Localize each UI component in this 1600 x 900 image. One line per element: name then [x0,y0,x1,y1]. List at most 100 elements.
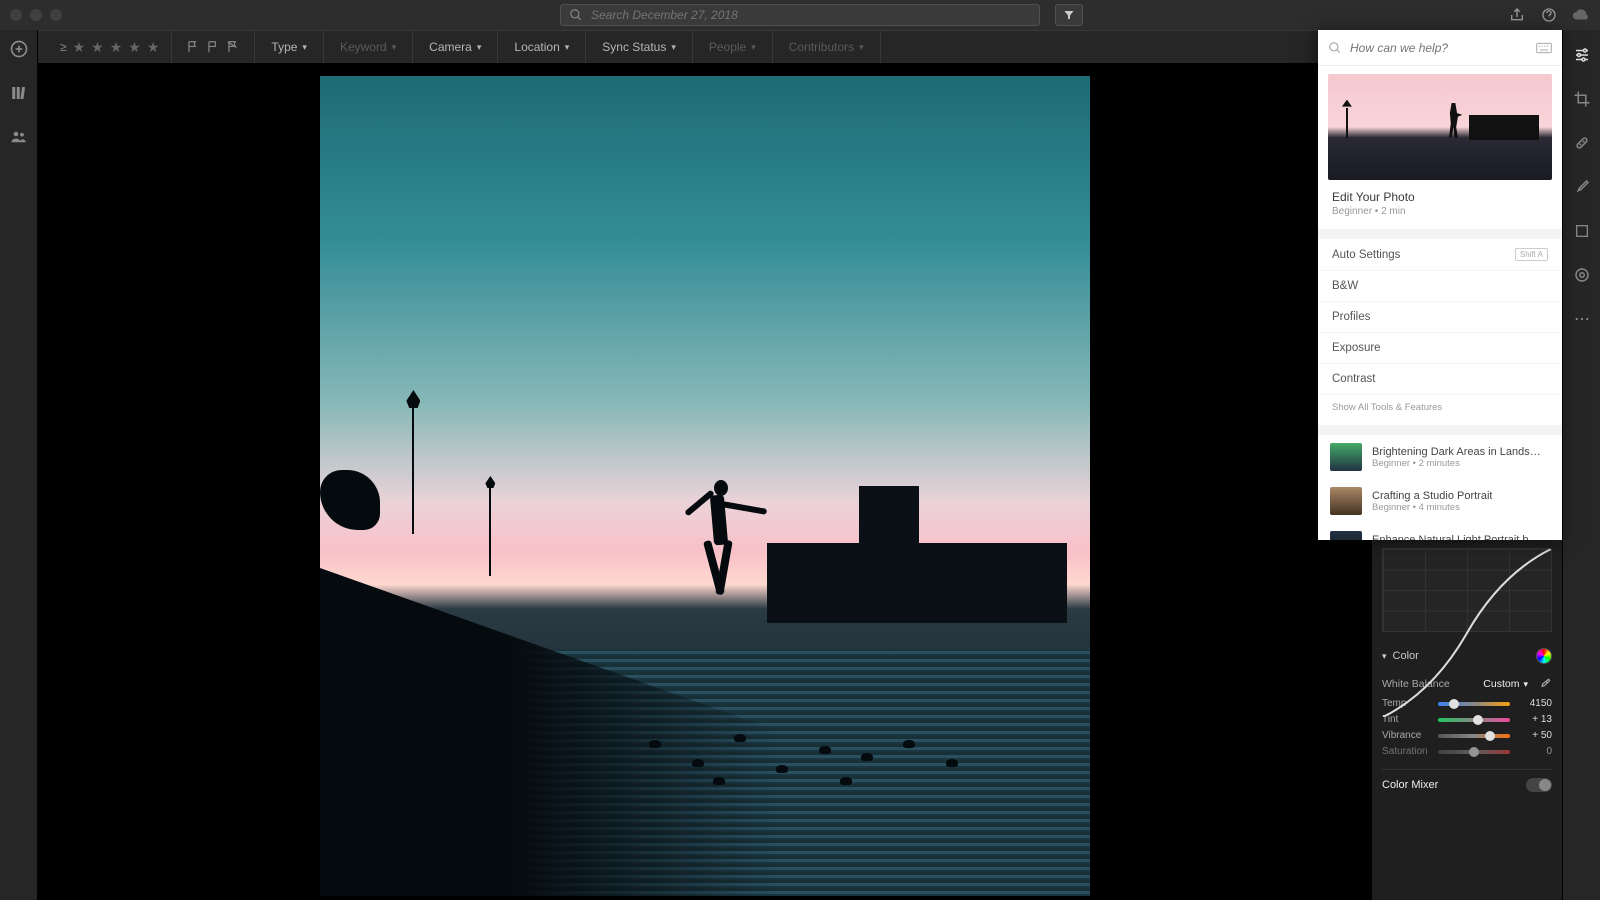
window-controls [10,9,62,21]
flag-reject-icon[interactable] [226,40,240,54]
bandage-icon [1573,134,1591,152]
type-label: Type [271,40,297,54]
minimize-window[interactable] [30,9,42,21]
help-hero-meta: Beginner • 2 min [1318,206,1562,229]
vibrance-slider[interactable]: Vibrance + 50 [1382,730,1552,741]
tutorial-title: Enhance Natural Light Portrait by I... [1372,534,1542,541]
crop-tool[interactable] [1571,88,1593,110]
maximize-window[interactable] [50,9,62,21]
library-icon [10,84,28,102]
tutorial-title: Brightening Dark Areas in Landscap... [1372,446,1542,458]
toggle-switch[interactable] [1526,778,1552,792]
star-icon[interactable]: ★ [91,39,104,56]
help-tool-exposure[interactable]: Exposure [1318,333,1562,364]
flag-filter[interactable] [172,31,255,63]
vibrance-label: Vibrance [1382,730,1430,741]
help-tool-bw[interactable]: B&W [1318,271,1562,302]
keyboard-icon[interactable] [1536,42,1552,54]
tutorial-meta: Beginner • 4 minutes [1372,502,1492,513]
people-filter[interactable]: People▾ [693,31,773,63]
color-mixer-row[interactable]: Color Mixer [1382,769,1552,792]
chevron-down-icon: ▾ [302,42,307,53]
contributors-filter[interactable]: Contributors ▾ [773,31,881,63]
chevron-down-icon: ▾ [671,42,676,53]
slider-thumb[interactable] [1485,731,1495,741]
help-search[interactable] [1318,30,1562,66]
slider-thumb[interactable] [1449,699,1459,709]
edit-tool[interactable] [1571,44,1593,66]
help-tool-contrast[interactable]: Contrast [1318,364,1562,395]
flag-pick-icon[interactable] [186,40,200,54]
help-button[interactable] [1540,6,1558,24]
search-icon [1328,41,1342,55]
healing-tool[interactable] [1571,132,1593,154]
more-tools[interactable] [1571,308,1593,330]
tutorial-item[interactable]: Brightening Dark Areas in Landscap... Be… [1318,435,1562,479]
linear-gradient-tool[interactable] [1571,220,1593,242]
tool-label: Contrast [1332,373,1375,385]
help-icon [1541,7,1557,23]
keyword-filter[interactable]: Keyword▾ [324,31,413,63]
chevron-down-icon: ▾ [565,42,570,53]
right-tool-rail [1562,30,1600,900]
help-hero-title: Edit Your Photo [1318,188,1562,206]
tool-label: B&W [1332,280,1358,292]
star-icon[interactable]: ★ [73,39,86,56]
tone-curve[interactable] [1382,548,1552,632]
share-button[interactable] [1508,6,1526,24]
chevron-down-icon: ▾ [859,42,864,53]
tutorial-item[interactable]: Crafting a Studio Portrait Beginner • 4 … [1318,479,1562,523]
flag-unflagged-icon[interactable] [206,40,220,54]
tutorial-title: Crafting a Studio Portrait [1372,490,1492,502]
star-icon[interactable]: ★ [128,39,141,56]
location-filter[interactable]: Location▾ [498,31,586,63]
saturation-slider[interactable]: Saturation 0 [1382,746,1552,757]
help-popover: Edit Your Photo Beginner • 2 min Auto Se… [1318,30,1562,540]
slider-thumb[interactable] [1469,747,1479,757]
help-show-all-link[interactable]: Show All Tools & Features [1318,395,1562,425]
canvas-viewport[interactable] [38,64,1372,900]
more-icon [1573,310,1591,328]
tutorial-item[interactable]: Enhance Natural Light Portrait by I... B… [1318,523,1562,540]
help-tool-auto-settings[interactable]: Auto Settings Shift A [1318,239,1562,271]
funnel-icon [1063,9,1075,21]
star-icon[interactable]: ★ [110,39,123,56]
help-search-input[interactable] [1350,41,1528,55]
plus-circle-icon [9,39,29,59]
help-hero-thumbnail[interactable] [1328,74,1552,180]
vibrance-value: + 50 [1518,730,1552,741]
star-icon[interactable]: ★ [147,39,160,56]
brush-tool[interactable] [1571,176,1593,198]
cloud-sync-button[interactable] [1572,6,1590,24]
shortcut-badge: Shift A [1515,248,1548,261]
global-search[interactable] [560,4,1040,26]
help-tool-profiles[interactable]: Profiles [1318,302,1562,333]
contributors-label: Contributors [789,40,854,54]
photo-preview[interactable] [320,76,1090,896]
close-window[interactable] [10,9,22,21]
sync-label: Sync Status [602,40,666,54]
search-input[interactable] [591,8,1031,22]
filter-button[interactable] [1055,4,1083,26]
cloud-icon [1572,6,1590,24]
gradient-radial-icon [1573,266,1591,284]
sync-status-filter[interactable]: Sync Status ▾ [586,31,693,63]
radial-gradient-tool[interactable] [1571,264,1593,286]
edit-panel: ▾Color White Balance Custom▾ Temp 4150 T… [1372,540,1562,900]
tutorial-thumb [1330,487,1362,515]
sharing-button[interactable] [8,126,30,148]
saturation-value: 0 [1518,746,1552,757]
tool-label: Auto Settings [1332,249,1400,261]
my-photos-button[interactable] [8,82,30,104]
tutorial-thumb [1330,443,1362,471]
rating-filter[interactable]: ≥ ★ ★ ★ ★ ★ [48,31,172,63]
add-photos-button[interactable] [8,38,30,60]
slider-thumb[interactable] [1473,715,1483,725]
type-filter[interactable]: Type ▾ [255,31,324,63]
titlebar [0,0,1600,30]
tutorial-meta: Beginner • 2 minutes [1372,458,1542,469]
chevron-down-icon: ▾ [477,42,482,53]
chevron-down-icon: ▾ [392,42,397,53]
camera-filter[interactable]: Camera▾ [413,31,498,63]
crop-icon [1573,90,1591,108]
